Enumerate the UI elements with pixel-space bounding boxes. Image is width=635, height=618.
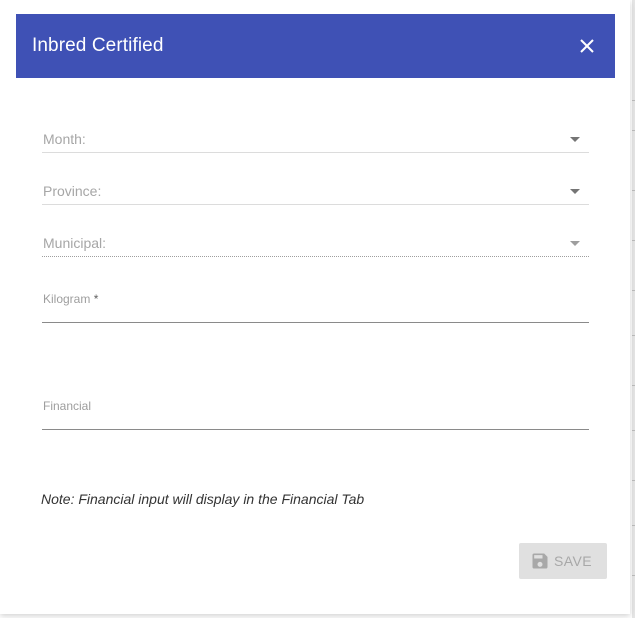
financial-note: Note: Financial input will display in th… xyxy=(41,491,365,507)
month-select[interactable]: Month: xyxy=(42,128,589,153)
financial-input[interactable] xyxy=(42,409,589,427)
chevron-down-icon xyxy=(570,137,580,142)
page-backdrop: Inbred Certified Month: Province: Munici… xyxy=(0,0,635,618)
financial-field[interactable]: Financial xyxy=(42,399,589,430)
close-icon xyxy=(580,39,594,53)
province-select-label: Province: xyxy=(43,183,102,199)
save-button-label: SAVE xyxy=(554,553,592,569)
save-button[interactable]: SAVE xyxy=(519,543,607,579)
chevron-down-icon xyxy=(570,241,580,246)
municipal-select-label: Municipal: xyxy=(43,235,107,251)
kilogram-field[interactable]: Kilogram * xyxy=(42,292,589,323)
month-select-label: Month: xyxy=(43,131,86,147)
dialog-title-bar: Inbred Certified xyxy=(16,14,615,78)
chevron-down-icon xyxy=(570,189,580,194)
close-button[interactable] xyxy=(575,34,599,58)
kilogram-input[interactable] xyxy=(42,302,589,320)
dialog-title: Inbred Certified xyxy=(32,35,164,56)
province-select[interactable]: Province: xyxy=(42,180,589,205)
inbred-certified-dialog: Inbred Certified Month: Province: Munici… xyxy=(0,0,630,614)
municipal-select[interactable]: Municipal: xyxy=(42,232,589,257)
floppy-disk-icon xyxy=(530,551,550,571)
